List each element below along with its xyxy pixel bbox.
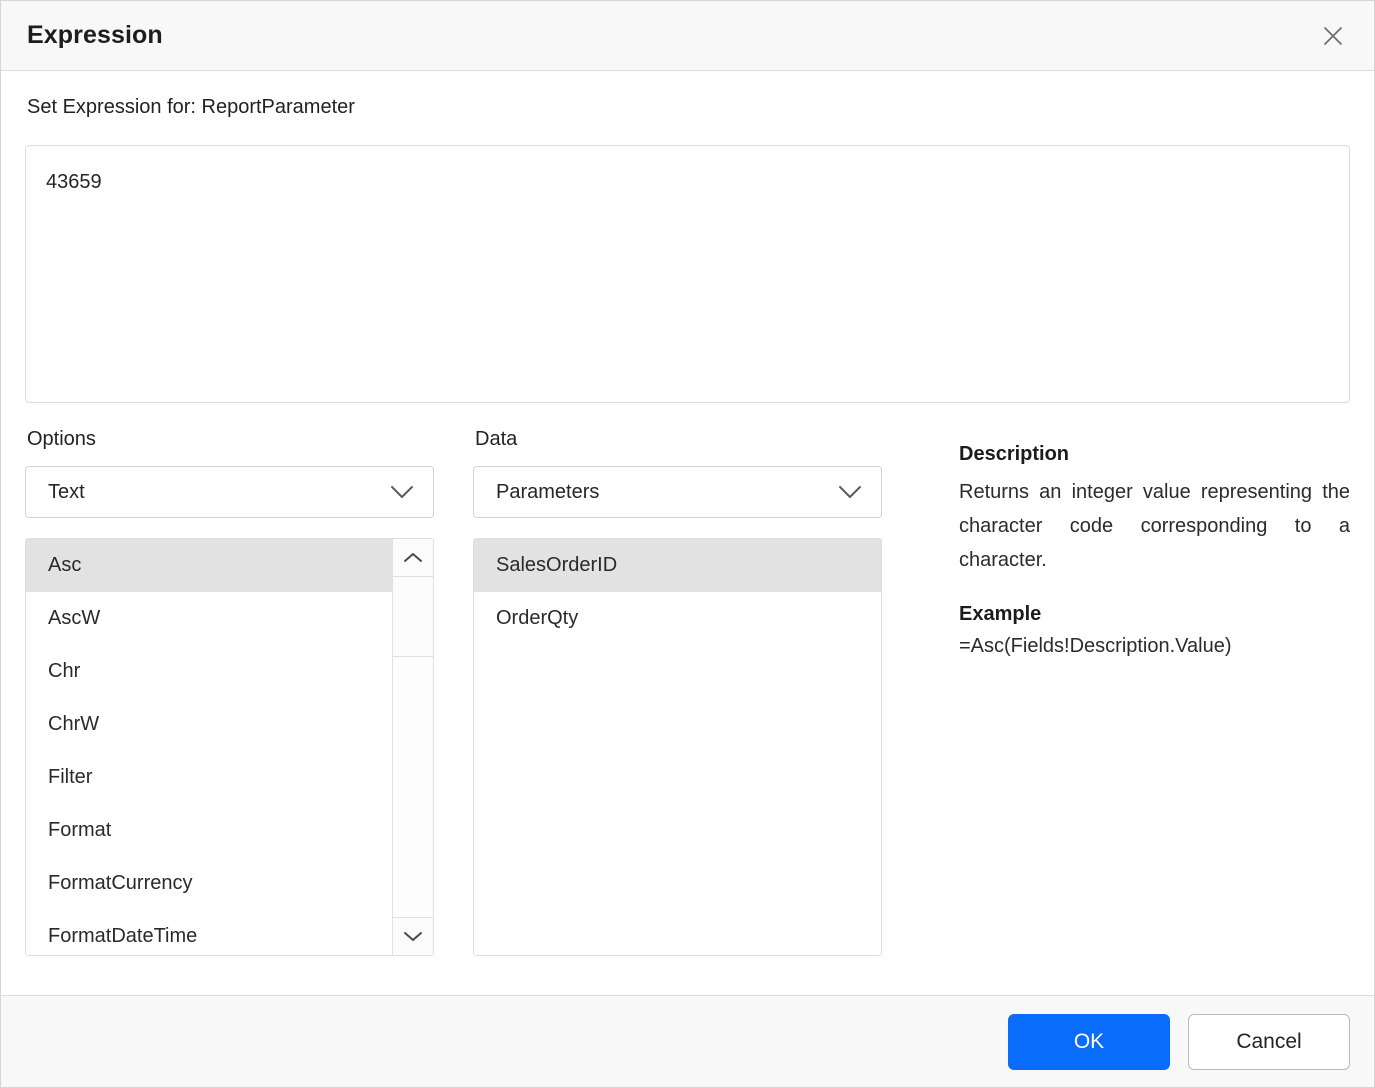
list-item[interactable]: OrderQty — [474, 592, 881, 645]
list-item-label: SalesOrderID — [496, 554, 618, 576]
chevron-down-icon — [837, 484, 863, 500]
options-category-select[interactable]: Text — [25, 466, 434, 518]
options-listbox[interactable]: Asc AscW Chr ChrW Filter Format FormatCu… — [25, 538, 434, 956]
scrollbar-track[interactable] — [393, 577, 433, 917]
list-item-label: OrderQty — [496, 607, 579, 629]
expression-input[interactable] — [25, 145, 1350, 403]
description-text: Returns an integer value representing th… — [959, 481, 1350, 571]
list-item[interactable]: FormatDateTime — [26, 910, 392, 955]
expression-dialog: Expression Set Expression for: ReportPar… — [0, 0, 1375, 1088]
close-icon[interactable] — [1316, 19, 1350, 53]
list-item[interactable]: Chr — [26, 645, 392, 698]
dialog-footer: OK Cancel — [1, 995, 1374, 1087]
example-text: =Asc(Fields!Description.Value) — [959, 635, 1232, 657]
list-item-label: ChrW — [48, 713, 100, 735]
list-item-label: FormatCurrency — [48, 872, 193, 894]
dialog-title: Expression — [27, 21, 163, 49]
dialog-body: Set Expression for: ReportParameter Opti… — [1, 71, 1374, 995]
data-listbox[interactable]: SalesOrderID OrderQty — [473, 538, 882, 956]
chevron-down-icon — [389, 484, 415, 500]
list-item-label: Chr — [48, 660, 81, 682]
cancel-button[interactable]: Cancel — [1188, 1013, 1350, 1070]
list-item-label: Format — [48, 819, 112, 841]
options-column: Options Text Asc AscW Chr ChrW Filter Fo… — [25, 428, 473, 956]
options-list-scrollarea: Asc AscW Chr ChrW Filter Format FormatCu… — [26, 539, 392, 955]
description-heading: Description — [959, 443, 1070, 465]
list-item-label: FormatDateTime — [48, 925, 198, 947]
example-heading: Example — [959, 603, 1042, 625]
chevron-up-icon[interactable] — [393, 539, 433, 577]
list-item[interactable]: Asc — [26, 539, 392, 592]
list-item-label: AscW — [48, 607, 101, 629]
list-item-label: Asc — [48, 554, 82, 576]
list-item[interactable]: ChrW — [26, 698, 392, 751]
options-category-value: Text — [48, 480, 85, 503]
set-expression-label: Set Expression for: ReportParameter — [27, 96, 355, 118]
selectors-row: Options Text Asc AscW Chr ChrW Filter Fo… — [25, 428, 1350, 956]
list-item[interactable]: Filter — [26, 751, 392, 804]
list-item[interactable]: FormatCurrency — [26, 857, 392, 910]
ok-button[interactable]: OK — [1008, 1013, 1170, 1070]
data-label: Data — [475, 428, 518, 450]
dialog-header: Expression — [1, 1, 1374, 71]
options-list-scrollbar[interactable] — [392, 539, 433, 955]
list-item-label: Filter — [48, 766, 93, 788]
list-item[interactable]: AscW — [26, 592, 392, 645]
options-label: Options — [27, 428, 96, 450]
list-item[interactable]: SalesOrderID — [474, 539, 881, 592]
data-column: Data Parameters SalesOrderID OrderQty — [473, 428, 921, 956]
description-panel: Description Returns an integer value rep… — [921, 428, 1350, 658]
list-item[interactable]: Format — [26, 804, 392, 857]
data-category-select[interactable]: Parameters — [473, 466, 882, 518]
chevron-down-icon[interactable] — [393, 917, 433, 955]
data-category-value: Parameters — [496, 480, 600, 503]
scrollbar-thumb[interactable] — [393, 577, 433, 657]
